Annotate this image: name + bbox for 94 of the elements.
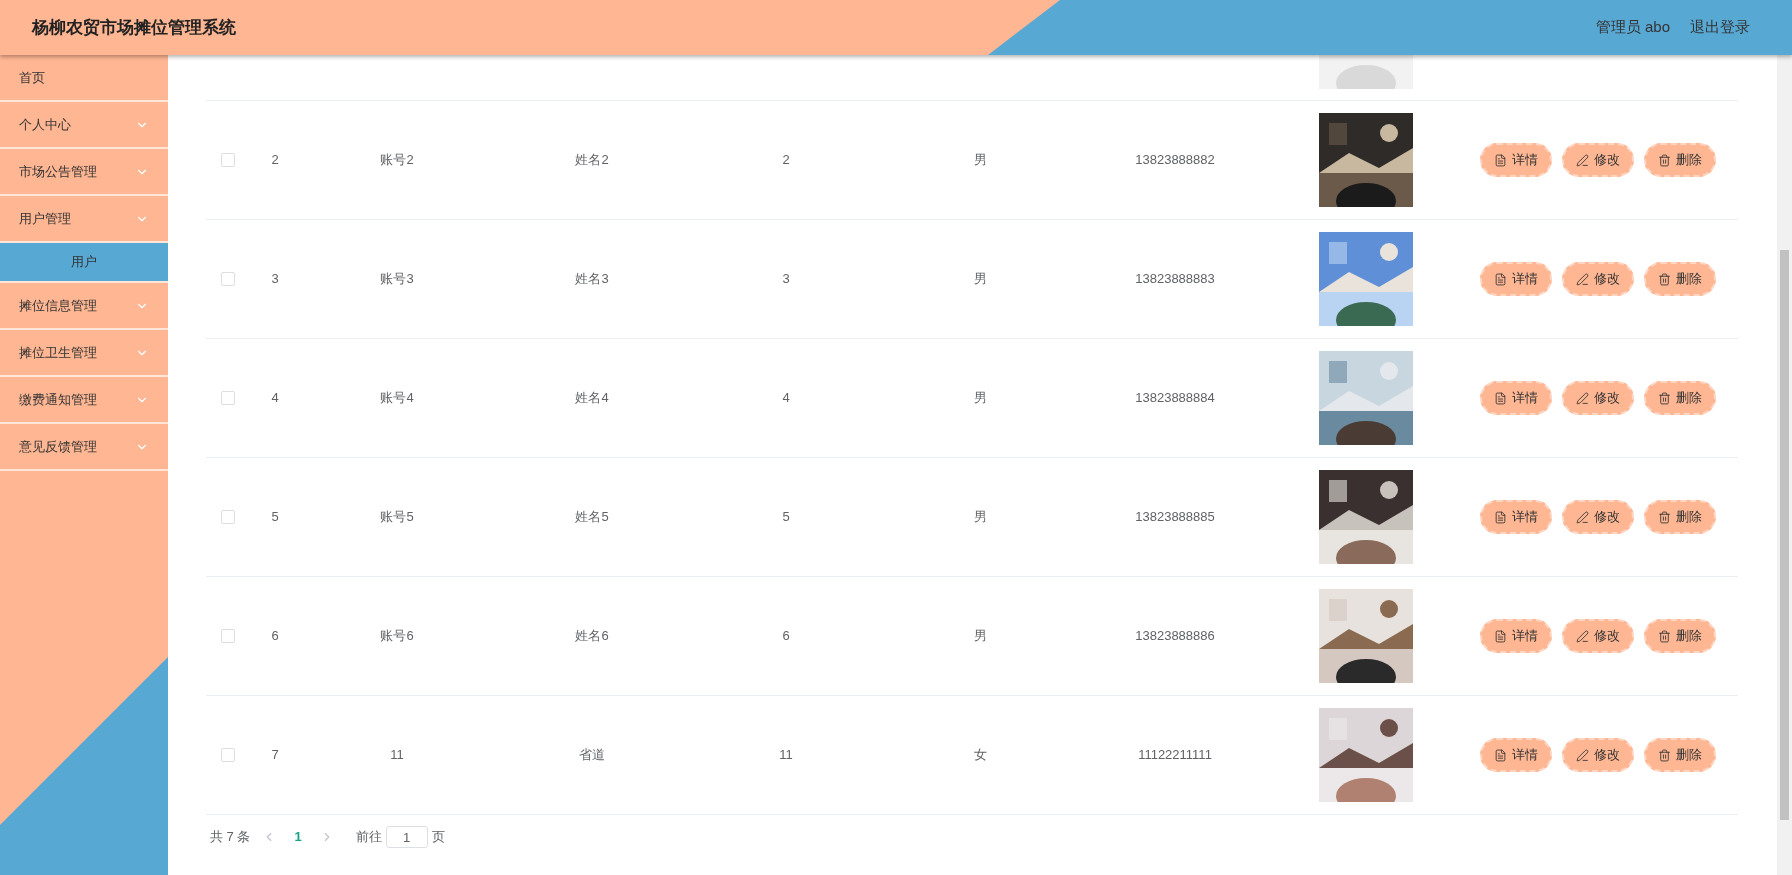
table-cell-text: 13823888885	[1135, 508, 1215, 527]
table-cell-text: 男	[973, 389, 987, 408]
pen-icon	[1576, 629, 1589, 643]
user-name: 管理员 abo	[1595, 17, 1670, 38]
pen-icon	[1576, 510, 1589, 524]
action-button[interactable]: 删除	[1644, 500, 1716, 534]
action-button[interactable]: 详情	[1480, 143, 1552, 177]
table-cell-text: 13823888886	[1135, 627, 1215, 646]
document-icon	[1494, 629, 1507, 643]
action-button[interactable]: 修改	[1562, 143, 1634, 177]
trash-icon	[1658, 272, 1671, 286]
table-cell-text: 姓名4	[575, 389, 609, 408]
document-icon	[1494, 391, 1507, 405]
row-checkbox[interactable]	[221, 629, 235, 643]
document-icon	[1494, 748, 1507, 762]
document-icon	[1494, 272, 1507, 286]
row-checkbox[interactable]	[221, 748, 235, 762]
pen-icon	[1576, 748, 1589, 762]
document-icon	[1494, 510, 1507, 524]
row-checkbox[interactable]	[221, 272, 235, 286]
table-cell-text: 姓名2	[575, 151, 609, 170]
table-cell-text: 男	[973, 627, 987, 646]
table-cell-text: 6	[271, 627, 279, 646]
action-button[interactable]: 删除	[1644, 738, 1716, 772]
document-icon	[1494, 153, 1507, 167]
action-button[interactable]: 删除	[1644, 381, 1716, 415]
table-cell-text: 7	[271, 746, 279, 765]
goto-label: 前往	[355, 828, 382, 847]
table-cell-text: 3	[271, 270, 279, 289]
table-cell-text: 4	[271, 389, 279, 408]
menu-item[interactable]: 个人中心	[0, 102, 168, 149]
table-cell-text: 5	[271, 508, 279, 527]
app-title: 杨柳农贸市场摊位管理系统	[32, 16, 236, 39]
trash-icon	[1658, 510, 1671, 524]
trash-icon	[1658, 391, 1671, 405]
submenu-item[interactable]: 用户	[0, 243, 168, 283]
menu-item[interactable]: 首页	[0, 55, 168, 102]
action-button[interactable]: 修改	[1562, 381, 1634, 415]
menu-item[interactable]: 摊位卫生管理	[0, 330, 168, 377]
action-button[interactable]: 详情	[1480, 500, 1552, 534]
menu-item[interactable]: 市场公告管理	[0, 149, 168, 196]
menu-item[interactable]: 摊位信息管理	[0, 283, 168, 330]
table-cell-text: 账号6	[380, 627, 414, 646]
table-cell-text: 账号2	[380, 151, 414, 170]
table-cell-text: 账号5	[380, 508, 414, 527]
action-button[interactable]: 删除	[1644, 143, 1716, 177]
page-suffix: 页	[431, 828, 445, 847]
scrollbar-thumb[interactable]	[1780, 250, 1789, 820]
table-cell-text: 11	[390, 746, 404, 765]
table-cell-text: 男	[973, 270, 987, 289]
action-button[interactable]: 删除	[1644, 262, 1716, 296]
table-cell-text: 姓名3	[575, 270, 609, 289]
trash-icon	[1658, 748, 1671, 762]
action-button[interactable]: 删除	[1644, 619, 1716, 653]
action-button[interactable]: 详情	[1480, 738, 1552, 772]
table-cell-text: 账号4	[380, 389, 414, 408]
action-button[interactable]: 详情	[1480, 619, 1552, 653]
table-cell-text: 3	[782, 270, 790, 289]
page-input[interactable]: 1	[385, 826, 428, 848]
pen-icon	[1576, 391, 1589, 405]
table-cell-text: 男	[973, 508, 987, 527]
menu-item[interactable]: 缴费通知管理	[0, 377, 168, 424]
table-cell-text: 2	[271, 151, 279, 170]
row-checkbox[interactable]	[221, 510, 235, 524]
trash-icon	[1658, 153, 1671, 167]
table-cell-text: 13823888883	[1135, 270, 1215, 289]
table-cell-text: 省道	[579, 746, 605, 765]
total-count: 共 7 条	[210, 828, 251, 847]
action-button[interactable]: 修改	[1562, 738, 1634, 772]
table-cell-text: 男	[973, 151, 987, 170]
action-button[interactable]: 修改	[1562, 500, 1634, 534]
table-cell-text: 姓名6	[575, 627, 609, 646]
table-cell-text: 2	[782, 151, 790, 170]
table-cell-text: 女	[973, 746, 987, 765]
menu-item[interactable]: 意见反馈管理	[0, 424, 168, 471]
trash-icon	[1658, 629, 1671, 643]
table-cell-text: 11	[779, 746, 793, 765]
action-button[interactable]: 详情	[1480, 381, 1552, 415]
table-cell-text: 6	[782, 627, 790, 646]
table-cell-text: 5	[782, 508, 790, 527]
table-cell-text: 账号3	[380, 270, 414, 289]
row-checkbox[interactable]	[221, 153, 235, 167]
row-checkbox[interactable]	[221, 391, 235, 405]
table-cell-text: 4	[782, 389, 790, 408]
table-cell-text: 13823888884	[1135, 389, 1215, 408]
table-cell-text: 13823888882	[1135, 151, 1215, 170]
action-button[interactable]: 修改	[1562, 262, 1634, 296]
action-button[interactable]: 修改	[1562, 619, 1634, 653]
pen-icon	[1576, 272, 1589, 286]
pen-icon	[1576, 153, 1589, 167]
action-button[interactable]: 详情	[1480, 262, 1552, 296]
logout-link[interactable]: 退出登录	[1690, 16, 1750, 39]
table-cell-text: 11122211111	[1138, 746, 1212, 765]
table-cell-text: 姓名5	[575, 508, 609, 527]
